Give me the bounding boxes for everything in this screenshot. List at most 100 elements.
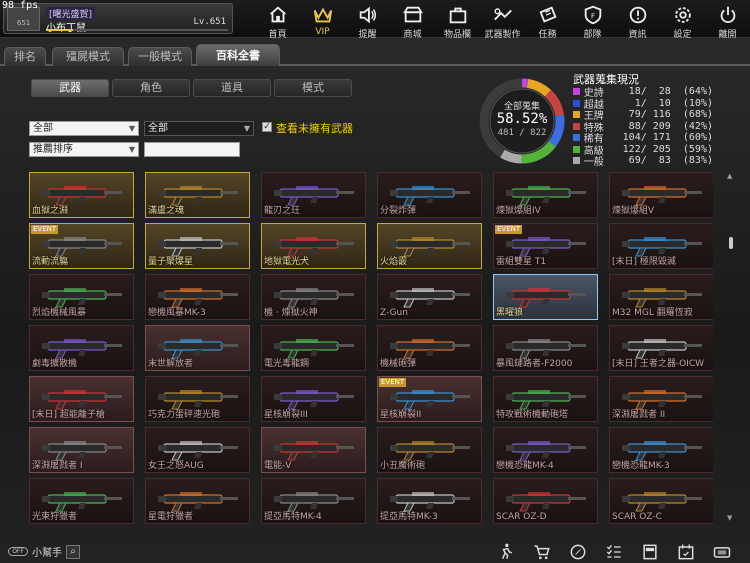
weapon-card[interactable]: 深淵屠戮者 II <box>609 376 713 422</box>
stat-owned: 122 <box>622 143 641 155</box>
nav-label: 部隊 <box>583 30 602 40</box>
type-select[interactable]: 全部 ▼ <box>144 121 254 136</box>
weapon-card[interactable]: 女王之怒AUG <box>145 427 250 473</box>
weapon-card[interactable]: 提亞馬特MK-4 <box>261 478 366 524</box>
weapon-card[interactable]: 特攻戰術機動砲塔 <box>493 376 598 422</box>
stat-value: 18/ 28 (64%) <box>622 86 713 98</box>
tab-3[interactable]: 百科全書 <box>196 44 280 66</box>
weapon-card[interactable]: 劇毒擴散機 <box>29 325 134 371</box>
weapon-card[interactable]: 提亞馬特MK-3 <box>377 478 482 524</box>
weapon-card[interactable]: 光束狩獵者 <box>29 478 134 524</box>
weapon-card[interactable]: 戀機風暴MK-3 <box>145 274 250 320</box>
weapon-card[interactable]: 火焰霰 <box>377 223 482 269</box>
search-icon[interactable]: ⌕ <box>66 544 80 559</box>
helper-label: 小幫手 <box>32 548 62 559</box>
nav-bag[interactable]: 物品欄 <box>435 0 480 40</box>
nav-gear[interactable]: 設定 <box>660 0 705 40</box>
weapon-card[interactable]: EVENT 流動流觴 <box>29 223 134 269</box>
weapon-card[interactable]: 龍刃之玨 <box>261 172 366 218</box>
weapon-card[interactable]: 星核崩裂III <box>261 376 366 422</box>
weapon-card[interactable]: Z-Gun <box>377 274 482 320</box>
nav-power[interactable]: 離開 <box>705 0 750 40</box>
weapon-card[interactable]: 烈焰機械風暴 <box>29 274 134 320</box>
nav-speaker[interactable]: 提醒 <box>345 0 390 40</box>
bottom-running-button[interactable] <box>488 542 524 562</box>
weapon-card[interactable]: EVENT 星核崩裂II <box>377 376 482 422</box>
weapon-card[interactable]: SCAR OZ-D <box>493 478 598 524</box>
subtab-3[interactable]: 模式 <box>274 79 352 97</box>
helper-toggle-switch[interactable]: OFF <box>8 547 28 556</box>
weapon-card[interactable]: 巧克力蛋砰速光砲 <box>145 376 250 422</box>
weapon-card[interactable]: 機械砲彈 <box>377 325 482 371</box>
weapon-card[interactable]: 血獄之淵 <box>29 172 134 218</box>
nav-info[interactable]: 資訊 <box>615 0 660 40</box>
event-badge: EVENT <box>31 225 59 234</box>
nav-shield[interactable]: F 部隊 <box>570 0 615 40</box>
weapon-card[interactable]: 黑曜狼 <box>493 274 598 320</box>
weapon-card[interactable]: [末日] 極限毀滅 <box>609 223 713 269</box>
scrollbar-thumb[interactable] <box>729 237 733 249</box>
weapon-name: 滿盧之魂 <box>148 206 185 216</box>
nav-ticket[interactable]: 任務 <box>525 0 570 40</box>
bottom-bookmark-button[interactable] <box>632 542 668 562</box>
weapon-name: 機械砲彈 <box>380 359 417 369</box>
bottom-checklist-button[interactable] <box>596 542 632 562</box>
weapon-card[interactable]: 電光毒龍鋼 <box>261 325 366 371</box>
tab-1[interactable]: 殭屍模式 <box>52 47 124 66</box>
weapon-card[interactable]: 暴風鏈路者-F2000 <box>493 325 598 371</box>
subtab-2[interactable]: 道具 <box>193 79 271 97</box>
weapon-card[interactable]: [末日] 超能離子槍 <box>29 376 134 422</box>
nav-craft[interactable]: 武器製作 <box>480 0 525 40</box>
weapon-card[interactable]: 深淵屠戮者 I <box>29 427 134 473</box>
nav-home[interactable]: 首頁 <box>255 0 300 40</box>
weapon-card[interactable]: 量子聚爆星 <box>145 223 250 269</box>
chevron-down-icon: ▼ <box>128 145 135 154</box>
bottom-calendar-button[interactable] <box>668 542 704 562</box>
weapon-card[interactable]: [末日] 王者之器-OICW <box>609 325 713 371</box>
weapon-name: 戀機恐龍MK-4 <box>496 461 554 471</box>
nav-label: VIP <box>315 27 330 37</box>
tab-0[interactable]: 排名 <box>4 47 46 66</box>
stat-percent: (42%) <box>682 120 713 132</box>
weapon-grid: 血獄之淵 滿盧之魂 龍刃之玨 分裂炸彈 煉獄爆組IV 煉獄爆組V EVENT 流動流觴 量子聚爆… <box>29 172 713 532</box>
bottom-compass-button[interactable] <box>560 542 596 562</box>
subtab-1[interactable]: 角色 <box>112 79 190 97</box>
weapon-card[interactable]: EVENT 雷組雙星 T1 <box>493 223 598 269</box>
weapon-card[interactable]: 小丑魔術砲 <box>377 427 482 473</box>
weapon-card[interactable]: 機 · 煉獄火神 <box>261 274 366 320</box>
bottom-ticket-button[interactable] <box>704 542 740 562</box>
stat-percent: (10%) <box>682 97 713 109</box>
weapon-card[interactable]: SCAR OZ-C <box>609 478 713 524</box>
weapon-card[interactable]: 煉獄爆組IV <box>493 172 598 218</box>
weapon-card[interactable]: 地獄電光犬 <box>261 223 366 269</box>
weapon-card[interactable]: 滿盧之魂 <box>145 172 250 218</box>
weapon-card[interactable]: M32 MGL 翻羅恆寂 <box>609 274 713 320</box>
nav-label: 任務 <box>538 30 557 40</box>
chevron-down-icon: ▼ <box>243 124 250 133</box>
tab-2[interactable]: 一般模式 <box>128 47 192 66</box>
sort-select[interactable]: 推薦排序 ▼ <box>29 142 139 157</box>
nav-crown[interactable]: VIP <box>300 0 345 38</box>
weapon-card[interactable]: 戀機恐龍MK-3 <box>609 427 713 473</box>
bottom-cart-button[interactable] <box>524 542 560 562</box>
weapon-card[interactable]: 星電狩獵者 <box>145 478 250 524</box>
scroll-down-icon[interactable]: ▼ <box>727 514 732 522</box>
helper-toggle[interactable]: OFF 小幫手 ⌕ <box>8 544 80 559</box>
category-select[interactable]: 全部 ▼ <box>29 121 139 136</box>
weapon-name: 黑曜狼 <box>496 308 524 318</box>
weapon-card[interactable]: 分裂炸彈 <box>377 172 482 218</box>
crown-icon <box>313 7 332 23</box>
weapon-card[interactable]: 煉獄爆組V <box>609 172 713 218</box>
nav-label: 武器製作 <box>484 30 521 40</box>
weapon-name: 煉獄爆組V <box>612 206 655 216</box>
search-input[interactable] <box>144 142 240 157</box>
show-unowned-checkbox[interactable]: ✓ <box>262 122 272 132</box>
weapon-name: M32 MGL 翻羅恆寂 <box>612 308 693 318</box>
weapon-name: 電能-V <box>264 461 292 471</box>
subtab-0[interactable]: 武器 <box>31 79 109 97</box>
nav-shop[interactable]: 商城 <box>390 0 435 40</box>
weapon-card[interactable]: 電能-V <box>261 427 366 473</box>
weapon-card[interactable]: 末世解放者 <box>145 325 250 371</box>
weapon-card[interactable]: 戀機恐龍MK-4 <box>493 427 598 473</box>
scroll-up-icon[interactable]: ▲ <box>727 172 732 180</box>
